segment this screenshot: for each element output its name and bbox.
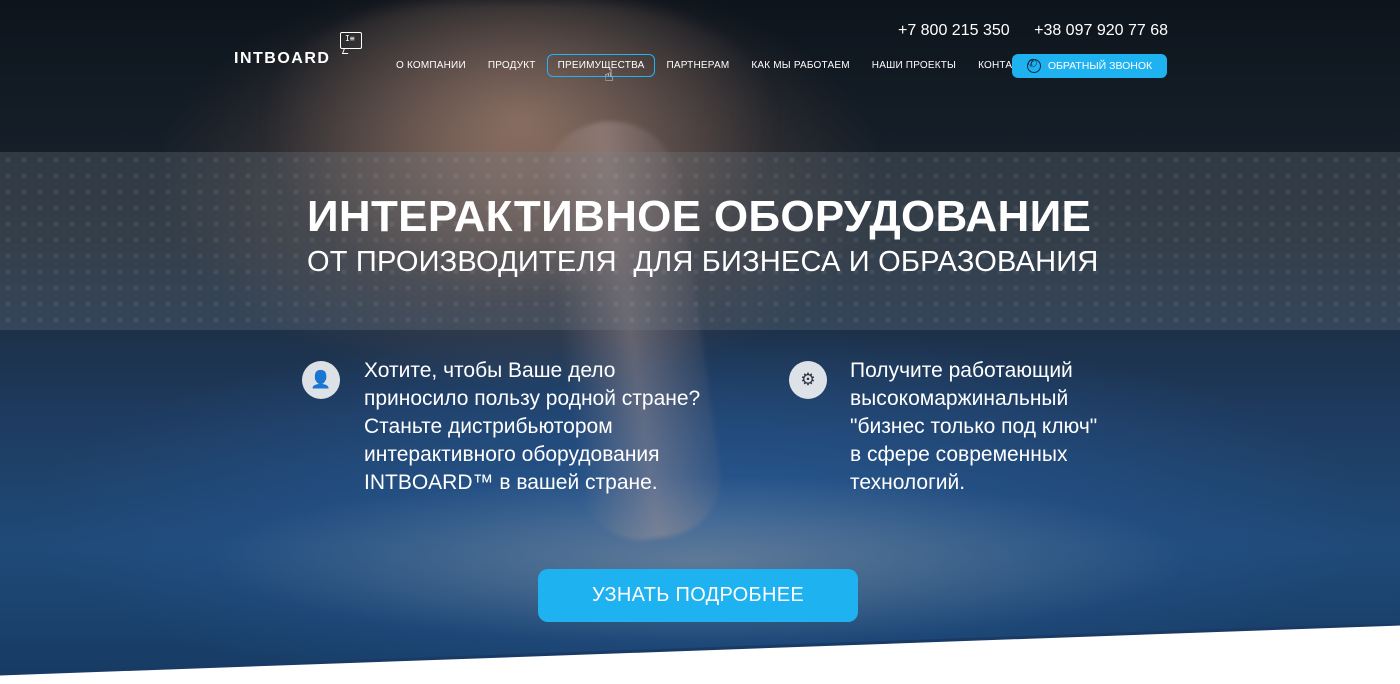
logo[interactable]: INTBOARD: [234, 50, 330, 68]
phone-ua[interactable]: +38 097 920 77 68: [1034, 22, 1168, 39]
hand-gear-icon: ⚙: [789, 361, 827, 399]
site-header: INTBOARD I≡ +7 800 215 350 +38 097 920 7…: [0, 0, 1400, 110]
feature-line: высокомаржинальный: [850, 387, 1069, 410]
learn-more-button[interactable]: УЗНАТЬ ПОДРОБНЕЕ: [538, 569, 858, 622]
bottom-wave-divider: [0, 624, 1400, 684]
feature-line: интерактивного оборудования: [364, 443, 660, 466]
callback-button[interactable]: ОБРАТНЫЙ ЗВОНОК: [1012, 54, 1167, 78]
handshake-user-icon: 👤: [302, 361, 340, 399]
feature-line: "бизнес только под ключ": [850, 415, 1098, 438]
phone-ru[interactable]: +7 800 215 350: [898, 22, 1010, 39]
feature-line: Станьте дистрибьютором: [364, 415, 613, 438]
chat-board-icon: I≡: [340, 32, 362, 49]
hero-subtitle: ОТ ПРОИЗВОДИТЕЛЯ ДЛЯ БИЗНЕСА И ОБРАЗОВАН…: [307, 246, 1099, 278]
nav-partners[interactable]: ПАРТНЕРАМ: [655, 54, 740, 77]
feature-line: INTBOARD™ в вашей стране.: [364, 471, 658, 494]
nav-projects[interactable]: НАШИ ПРОЕКТЫ: [861, 54, 967, 77]
logo-icon-text: I≡: [345, 34, 355, 43]
main-nav: О КОМПАНИИ ПРОДУКТ ПРЕИМУЩЕСТВА ПАРТНЕРА…: [385, 54, 1045, 77]
feature-line: в сфере современных: [850, 443, 1068, 466]
hero-title: ИНТЕРАКТИВНОЕ ОБОРУДОВАНИЕ: [307, 192, 1092, 241]
feature-line: приносило пользу родной стране?: [364, 387, 701, 410]
nav-advantages[interactable]: ПРЕИМУЩЕСТВА: [546, 54, 656, 77]
nav-about[interactable]: О КОМПАНИИ: [385, 54, 477, 77]
phone-icon: [1026, 57, 1041, 73]
feature-line: Получите работающий: [850, 359, 1073, 382]
feature-distributor: Хотите, чтобы Ваше дело приносило пользу…: [364, 357, 754, 497]
callback-label: ОБРАТНЫЙ ЗВОНОК: [1047, 60, 1153, 72]
nav-how-we-work[interactable]: КАК МЫ РАБОТАЕМ: [740, 54, 860, 77]
feature-line: Хотите, чтобы Ваше дело: [364, 359, 616, 382]
feature-turnkey-business: Получите работающий высокомаржинальный "…: [850, 357, 1170, 497]
phone-numbers: +7 800 215 350 +38 097 920 77 68: [878, 22, 1168, 40]
nav-product[interactable]: ПРОДУКТ: [477, 54, 547, 77]
feature-line: технологий.: [850, 471, 966, 494]
hand-pointer-cursor-icon: ☝: [604, 66, 614, 85]
